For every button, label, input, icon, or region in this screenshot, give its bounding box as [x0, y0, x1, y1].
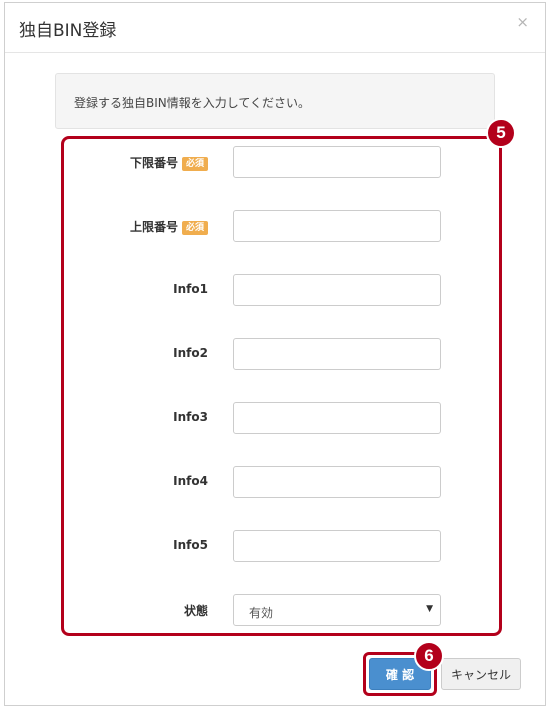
form-row-status: 状態 有効 ▼ — [62, 594, 502, 626]
required-badge: 必須 — [181, 156, 208, 171]
form-row-lower-limit: 下限番号 必須 — [62, 146, 502, 178]
caret-down-icon: ▼ — [426, 604, 433, 614]
required-badge: 必須 — [181, 220, 208, 235]
form-row-info5: Info5 — [62, 530, 502, 562]
info3-input[interactable] — [233, 402, 441, 434]
info-message-box: 登録する独自BIN情報を入力してください。 — [55, 73, 495, 129]
info4-label: Info4 — [173, 474, 208, 488]
upper-limit-input[interactable] — [233, 210, 441, 242]
form-row-info1: Info1 — [62, 274, 502, 306]
close-icon[interactable]: × — [516, 15, 529, 30]
status-select[interactable]: 有効 ▼ — [233, 594, 441, 626]
lower-limit-input[interactable] — [233, 146, 441, 178]
info3-label: Info3 — [173, 410, 208, 424]
status-selected-value: 有効 — [249, 606, 274, 620]
modal-header: 独自BIN登録 × — [5, 3, 545, 53]
info2-label: Info2 — [173, 346, 208, 360]
cancel-button[interactable]: キャンセル — [441, 658, 521, 690]
step-badge-5: 5 — [486, 118, 516, 148]
form-row-info2: Info2 — [62, 338, 502, 370]
step-badge-6: 6 — [414, 641, 444, 671]
upper-limit-label: 上限番号 必須 — [130, 218, 208, 235]
info-message: 登録する独自BIN情報を入力してください。 — [74, 96, 311, 110]
info4-input[interactable] — [233, 466, 441, 498]
form-row-info3: Info3 — [62, 402, 502, 434]
info1-input[interactable] — [233, 274, 441, 306]
modal-title: 独自BIN登録 — [19, 21, 117, 41]
form-row-info4: Info4 — [62, 466, 502, 498]
info2-input[interactable] — [233, 338, 441, 370]
info1-label: Info1 — [173, 282, 208, 296]
info5-input[interactable] — [233, 530, 441, 562]
lower-limit-label: 下限番号 必須 — [130, 154, 208, 171]
form-row-upper-limit: 上限番号 必須 — [62, 210, 502, 242]
status-label: 状態 — [183, 604, 208, 618]
info5-label: Info5 — [173, 538, 208, 552]
